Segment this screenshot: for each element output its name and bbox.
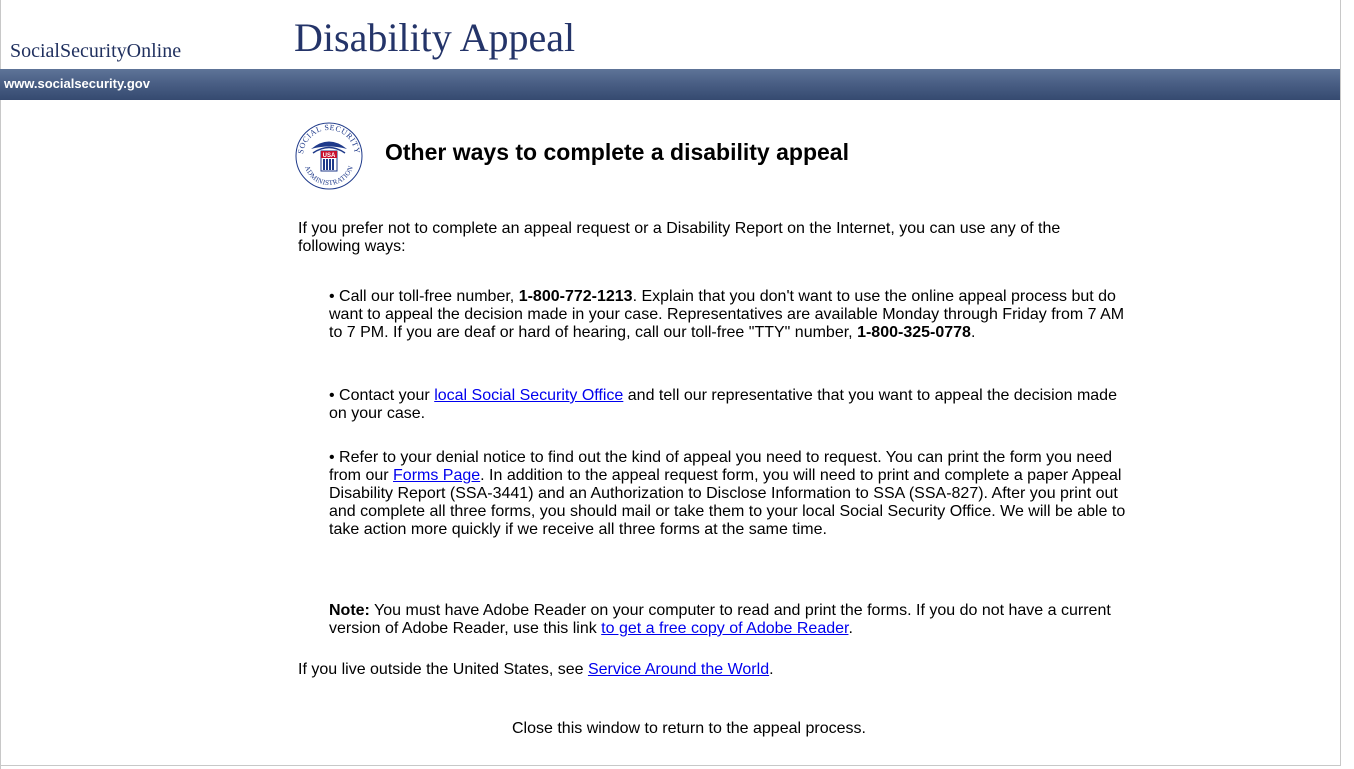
office-bullet-prefix: • Contact your [329, 387, 435, 404]
adobe-note: Note: You must have Adobe Reader on your… [329, 602, 1129, 638]
site-url-bar: www.socialsecurity.gov [0, 69, 1340, 100]
toll-free-number: 1-800-772-1213 [518, 288, 633, 305]
forms-bullet: • Refer to your denial notice to find ou… [329, 449, 1129, 539]
local-office-link[interactable]: local Social Security Office [434, 387, 623, 404]
page-frame [0, 0, 1341, 766]
outside-us-paragraph: If you live outside the United States, s… [298, 661, 1098, 679]
seal-center-text: USA [323, 153, 336, 159]
note-suffix: . [848, 620, 853, 637]
outside-us-prefix: If you live outside the United States, s… [298, 661, 588, 678]
service-around-world-link[interactable]: Service Around the World [588, 661, 769, 678]
intro-paragraph: If you prefer not to complete an appeal … [298, 220, 1061, 255]
adobe-reader-link[interactable]: to get a free copy of Adobe Reader [601, 620, 848, 637]
ssa-seal-icon: SOCIAL SECURITY ADMINISTRATION USA [295, 122, 363, 190]
brand-wordmark: SocialSecurityOnline [10, 40, 182, 62]
phone-bullet-suffix: . [970, 324, 976, 341]
phone-bullet: • Call our toll-free number, 1-800-772-1… [329, 288, 1129, 342]
content-heading: Other ways to complete a disability appe… [385, 139, 849, 165]
phone-bullet-prefix: • Call our toll-free number, [329, 288, 519, 305]
tty-number: 1-800-325-0778 [857, 324, 971, 341]
office-bullet: • Contact your local Social Security Off… [329, 387, 1129, 423]
site-url: www.socialsecurity.gov [4, 76, 150, 91]
close-window-message: Close this window to return to the appea… [512, 720, 866, 737]
outside-us-suffix: . [769, 661, 774, 678]
site-header: SocialSecurityOnline Disability Appeal [0, 0, 1340, 70]
page-title: Disability Appeal [294, 15, 576, 60]
forms-page-link[interactable]: Forms Page [393, 467, 480, 484]
note-label: Note: [329, 602, 370, 619]
